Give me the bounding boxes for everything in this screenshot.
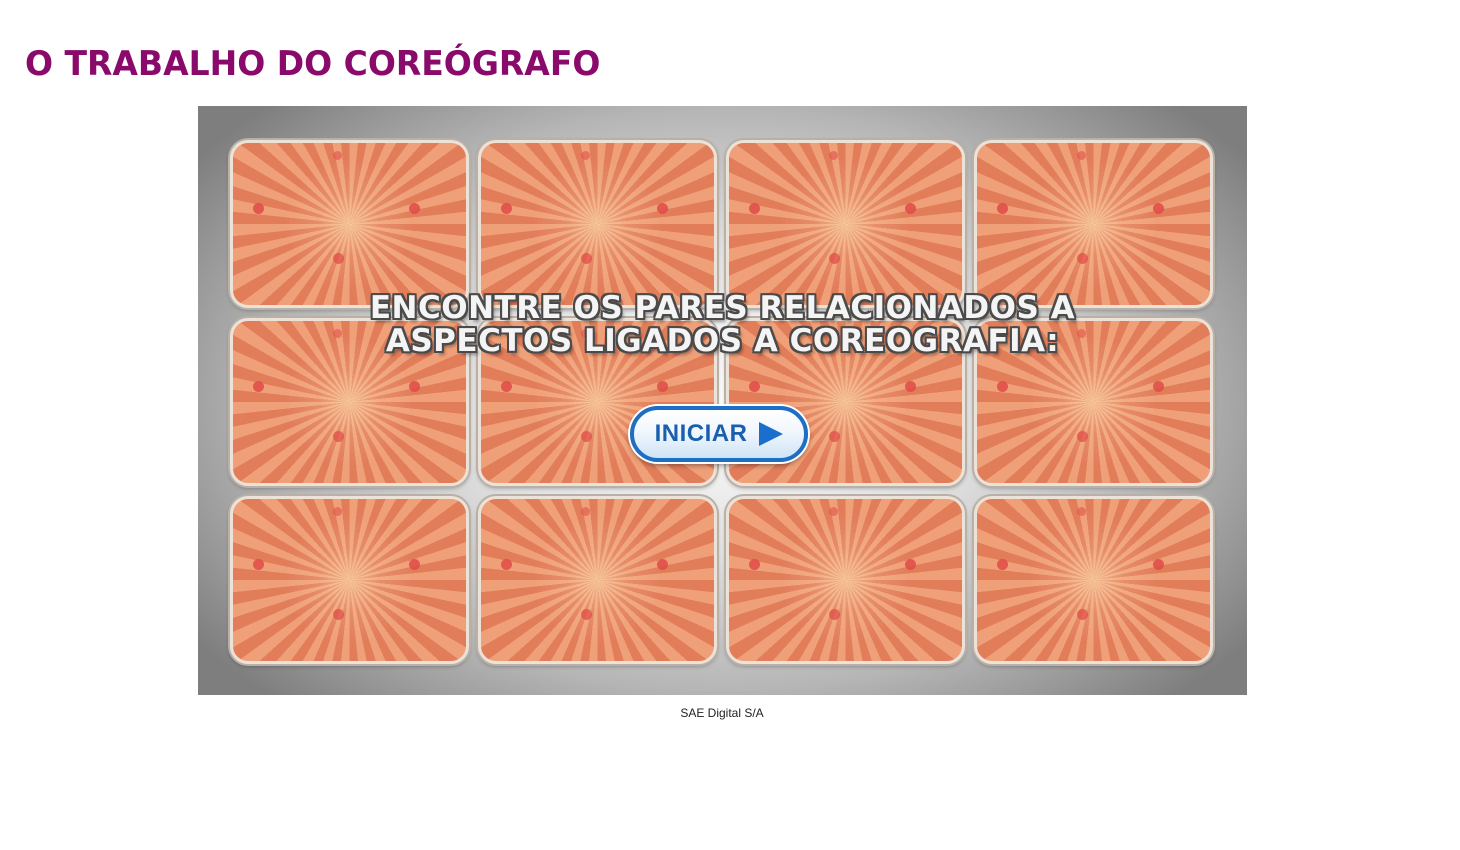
card-dot	[333, 253, 344, 264]
card-dot	[1077, 609, 1088, 620]
card-dot	[997, 559, 1008, 570]
memory-card[interactable]	[230, 496, 469, 664]
card-dot	[657, 559, 668, 570]
card-dot	[501, 203, 512, 214]
card-dot	[749, 381, 760, 392]
card-dot	[333, 609, 344, 620]
card-dot	[581, 253, 592, 264]
card-dot	[581, 431, 592, 442]
memory-game-stage: ENCONTRE OS PARES RELACIONADOS A ASPECTO…	[198, 106, 1247, 695]
instruction-line-2: ASPECTOS LIGADOS A COREOGRAFIA:	[385, 323, 1060, 359]
card-dot	[905, 559, 916, 570]
card-dot	[1153, 381, 1164, 392]
card-dot	[829, 253, 840, 264]
card-dot	[657, 381, 668, 392]
card-dot	[1077, 507, 1086, 516]
memory-card[interactable]	[726, 140, 965, 308]
card-dot	[581, 151, 590, 160]
card-dot	[829, 431, 840, 442]
game-instruction: ENCONTRE OS PARES RELACIONADOS A ASPECTO…	[198, 292, 1247, 358]
card-dot	[409, 559, 420, 570]
card-dot	[1077, 431, 1088, 442]
memory-card[interactable]	[230, 140, 469, 308]
card-dot	[253, 559, 264, 570]
card-dot	[409, 381, 420, 392]
memory-card[interactable]	[478, 140, 717, 308]
memory-card[interactable]	[726, 496, 965, 664]
start-button-label: INICIAR	[654, 420, 748, 447]
card-dot	[749, 203, 760, 214]
card-dot	[333, 507, 342, 516]
play-arrow-icon	[759, 422, 784, 446]
card-dot	[581, 507, 590, 516]
card-dot	[253, 203, 264, 214]
card-dot	[333, 151, 342, 160]
instruction-line-1: ENCONTRE OS PARES RELACIONADOS A	[369, 290, 1076, 326]
card-dot	[1153, 203, 1164, 214]
card-dot	[1077, 253, 1088, 264]
card-dot	[829, 609, 840, 620]
memory-card[interactable]	[974, 140, 1213, 308]
card-dot	[501, 559, 512, 570]
memory-card[interactable]	[974, 496, 1213, 664]
footer-credit: SAE Digital S/A	[680, 706, 764, 720]
card-dot	[501, 381, 512, 392]
memory-card[interactable]	[478, 496, 717, 664]
card-dot	[905, 203, 916, 214]
card-dot	[1077, 151, 1086, 160]
card-dot	[997, 381, 1008, 392]
card-dot	[581, 609, 592, 620]
card-dot	[829, 151, 838, 160]
card-dot	[253, 381, 264, 392]
card-dot	[997, 203, 1008, 214]
card-dot	[829, 507, 838, 516]
card-dot	[657, 203, 668, 214]
start-button[interactable]: INICIAR	[630, 406, 808, 462]
page-title: O TRABALHO DO COREÓGRAFO	[25, 44, 601, 84]
card-dot	[333, 431, 344, 442]
card-dot	[1153, 559, 1164, 570]
card-dot	[749, 559, 760, 570]
card-dot	[905, 381, 916, 392]
card-dot	[409, 203, 420, 214]
